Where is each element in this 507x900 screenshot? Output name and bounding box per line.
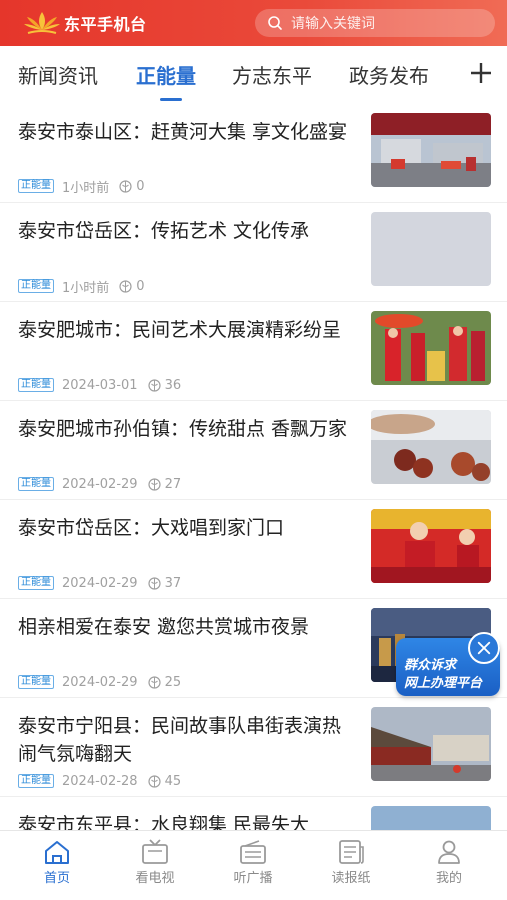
news-tag: 正能量: [18, 378, 54, 392]
radio-icon: [240, 840, 266, 864]
search-placeholder: 请输入关键词: [291, 16, 375, 32]
news-item[interactable]: 泰安市东平县：水良翔集 民最失大: [0, 797, 507, 830]
search-icon: [268, 16, 282, 30]
news-tag: 正能量: [18, 774, 54, 788]
user-icon: [438, 840, 460, 864]
news-item[interactable]: 泰安肥城市：民间艺术大展演精彩纷呈 正能量 2024-03-01 36: [0, 302, 507, 401]
news-meta: 正能量 2024-02-29 27: [18, 476, 181, 492]
news-thumbnail[interactable]: [371, 311, 491, 385]
news-thumbnail[interactable]: [371, 212, 491, 286]
badge-line1: 群众诉求: [404, 658, 457, 673]
news-views: 25: [164, 674, 182, 690]
news-tag: 正能量: [18, 179, 54, 193]
news-tag: 正能量: [18, 477, 54, 491]
news-item[interactable]: 泰安市岱岳区：传拓艺术 文化传承 正能量 1小时前 0: [0, 203, 507, 302]
news-meta: 正能量 1小时前 0: [18, 278, 145, 296]
news-views: 37: [164, 575, 182, 591]
news-views: 36: [164, 377, 182, 393]
news-item[interactable]: 泰安市岱岳区：大戏唱到家门口 正能量 2024-02-29 37: [0, 500, 507, 599]
news-tag: 正能量: [18, 576, 54, 590]
news-time: 2024-02-29: [62, 674, 138, 690]
views-icon: [147, 576, 161, 590]
news-title: 泰安市东平县：水良翔集 民最失大: [18, 814, 310, 830]
news-thumbnail[interactable]: [371, 806, 491, 830]
news-tag: 正能量: [18, 675, 54, 689]
home-icon: [45, 841, 69, 864]
news-item[interactable]: 泰安市泰山区：赶黄河大集 享文化盛宴 正能量 1小时前 0: [0, 104, 507, 203]
news-thumbnail[interactable]: [371, 410, 491, 484]
news-time: 2024-02-29: [62, 575, 138, 591]
tab-local-chronicles[interactable]: 方志东平: [232, 60, 312, 89]
app-name: 东平手机台: [64, 15, 147, 34]
news-meta: 正能量 2024-02-28 45: [18, 773, 181, 789]
active-tab-indicator: [160, 98, 182, 101]
news-title: 泰安肥城市孙伯镇：传统甜点 香飘万家: [18, 418, 348, 440]
news-time: 2024-03-01: [62, 377, 138, 393]
nav-label: 看电视: [135, 871, 175, 886]
nav-home[interactable]: 首页: [17, 839, 97, 891]
news-meta: 正能量 2024-02-29 37: [18, 575, 181, 591]
news-views: 0: [136, 278, 145, 294]
top-header: 东平手机台 请输入关键词: [0, 0, 507, 46]
nav-label: 听广播: [233, 871, 273, 886]
news-title: 泰安市岱岳区：大戏唱到家门口: [18, 517, 285, 539]
views-icon: [119, 279, 132, 293]
search-bar[interactable]: 请输入关键词: [255, 9, 495, 37]
badge-line2: 网上办理平台: [404, 676, 483, 691]
news-thumbnail[interactable]: [371, 113, 491, 187]
news-time: 1小时前: [62, 180, 110, 196]
news-views: 0: [136, 178, 145, 194]
nav-watch-tv[interactable]: 看电视: [115, 839, 195, 891]
lotus-logo-icon: [24, 12, 60, 34]
views-icon: [147, 774, 161, 788]
news-meta: 正能量 2024-03-01 36: [18, 377, 181, 393]
news-tag: 正能量: [18, 279, 54, 293]
nav-mine[interactable]: 我的: [409, 839, 489, 891]
news-title: 相亲相爱在泰安 邀您共赏城市夜景: [18, 616, 310, 638]
tab-positive-energy[interactable]: 正能量: [136, 60, 196, 89]
news-views: 45: [164, 773, 182, 789]
app-logo[interactable]: 东平手机台: [22, 8, 147, 38]
news-item[interactable]: 泰安肥城市孙伯镇：传统甜点 香飘万家 正能量 2024-02-29 27: [0, 401, 507, 500]
news-time: 2024-02-29: [62, 476, 138, 492]
tab-news[interactable]: 新闻资讯: [18, 60, 98, 89]
nav-label: 读报纸: [331, 871, 371, 886]
news-title: 泰安肥城市：民间艺术大展演精彩纷呈: [18, 319, 342, 341]
views-icon: [147, 477, 161, 491]
news-time: 1小时前: [62, 280, 110, 296]
category-tabs: 新闻资讯 正能量 方志东平 政务发布: [0, 46, 507, 104]
news-title: 泰安市岱岳区：传拓艺术 文化传承: [18, 220, 310, 242]
nav-label: 首页: [43, 871, 70, 886]
public-appeal-badge[interactable]: 群众诉求 网上办理平台: [396, 632, 503, 696]
news-list: 泰安市泰山区：赶黄河大集 享文化盛宴 正能量 1小时前 0 泰安市岱岳区：传拓艺…: [0, 104, 507, 830]
tv-icon: [142, 839, 168, 864]
views-icon: [147, 378, 161, 392]
nav-listen-radio[interactable]: 听广播: [213, 839, 293, 891]
news-time: 2024-02-28: [62, 773, 138, 789]
news-meta: 正能量 1小时前 0: [18, 178, 145, 196]
news-thumbnail[interactable]: [371, 509, 491, 583]
news-thumbnail[interactable]: [371, 707, 491, 781]
plus-icon[interactable]: [468, 60, 494, 86]
nav-label: 我的: [435, 871, 462, 886]
news-item[interactable]: 泰安市宁阳县：民间故事队串街表演热闹气氛嗨翻天 正能量 2024-02-28 4…: [0, 698, 507, 797]
tab-government-news[interactable]: 政务发布: [349, 60, 429, 89]
close-icon[interactable]: [468, 632, 500, 664]
news-title: 泰安市泰山区：赶黄河大集 享文化盛宴: [18, 121, 348, 143]
news-views: 27: [164, 476, 182, 492]
newspaper-icon: [339, 840, 364, 864]
nav-read-newspaper[interactable]: 读报纸: [311, 839, 391, 891]
news-title: 泰安市宁阳县：民间故事队串街表演热闹气氛嗨翻天: [18, 715, 342, 765]
bottom-navigation: 首页 看电视 听广播 读报纸 我的: [0, 830, 507, 900]
views-icon: [147, 675, 161, 689]
news-meta: 正能量 2024-02-29 25: [18, 674, 181, 690]
views-icon: [119, 179, 132, 193]
